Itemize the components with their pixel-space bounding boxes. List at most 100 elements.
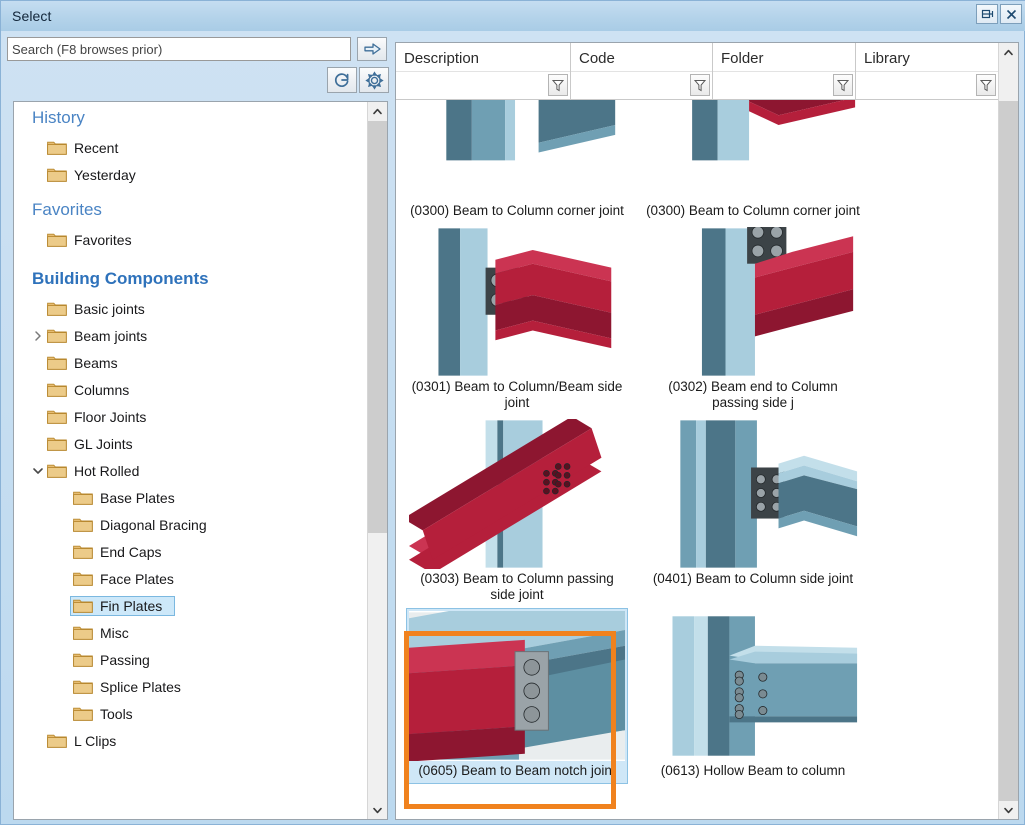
grid-body: (0300) Beam to Column corner joint(0300)… bbox=[396, 100, 999, 819]
tree-item-label: Tools bbox=[100, 706, 139, 722]
folder-icon bbox=[73, 679, 93, 694]
refresh-button[interactable] bbox=[327, 67, 357, 93]
tree-item-label: Favorites bbox=[74, 232, 138, 248]
tree-scrollbar-thumb[interactable] bbox=[368, 121, 387, 533]
tree-item-yesterday[interactable]: Yesterday bbox=[14, 161, 368, 188]
grid-filter-row bbox=[856, 71, 998, 99]
filter-funnel-icon bbox=[694, 79, 706, 92]
tree-item-label: Floor Joints bbox=[74, 409, 152, 425]
tree-item-label: L Clips bbox=[74, 733, 122, 749]
folder-icon bbox=[73, 571, 93, 586]
grid-column-label: Code bbox=[571, 43, 712, 67]
filter-button-code[interactable] bbox=[690, 74, 710, 96]
filter-funnel-icon bbox=[980, 79, 992, 92]
tree-item-label: Splice Plates bbox=[100, 679, 187, 695]
tree-item-recent[interactable]: Recent bbox=[14, 134, 368, 161]
folder-icon bbox=[47, 436, 67, 451]
component-caption: (0613) Hollow Beam to column bbox=[645, 761, 861, 779]
tree-item-face-plates[interactable]: Face Plates bbox=[14, 565, 368, 592]
title-bar: Select bbox=[1, 1, 1025, 31]
grid-column-code[interactable]: Code bbox=[571, 43, 713, 99]
tree-item-splice-plates[interactable]: Splice Plates bbox=[14, 673, 368, 700]
folder-icon bbox=[47, 167, 67, 182]
grid-item[interactable]: (0300) Beam to Column corner joint bbox=[406, 100, 628, 224]
filter-button-folder[interactable] bbox=[833, 74, 853, 96]
tree-item-diagonal-bracing[interactable]: Diagonal Bracing bbox=[14, 511, 368, 538]
tree-item-basic-joints[interactable]: Basic joints bbox=[14, 295, 368, 322]
filter-funnel-icon bbox=[552, 79, 564, 92]
component-caption: (0301) Beam to Column/Beam side joint bbox=[409, 377, 625, 411]
grid-row: (0303) Beam to Column passing side joint… bbox=[396, 416, 999, 608]
filter-funnel-icon bbox=[837, 79, 849, 92]
tree-item-label: GL Joints bbox=[74, 436, 139, 452]
chevron-up-icon bbox=[1004, 49, 1013, 56]
grid-column-folder[interactable]: Folder bbox=[713, 43, 856, 99]
settings-button[interactable] bbox=[359, 67, 389, 93]
folder-icon bbox=[73, 490, 93, 505]
folder-icon bbox=[73, 517, 93, 532]
tree-scroll-up-button[interactable] bbox=[368, 102, 387, 120]
folder-icon bbox=[47, 733, 67, 748]
folder-icon bbox=[73, 598, 93, 613]
folder-icon bbox=[73, 652, 93, 667]
tree-item-gl-joints[interactable]: GL Joints bbox=[14, 430, 368, 457]
folder-icon bbox=[47, 355, 67, 370]
component-caption: (0401) Beam to Column side joint bbox=[645, 569, 861, 587]
tree-scroll-down-button[interactable] bbox=[368, 801, 387, 819]
tree-item-base-plates[interactable]: Base Plates bbox=[14, 484, 368, 511]
tree-item-favorites[interactable]: Favorites bbox=[14, 226, 368, 253]
component-thumbnail bbox=[645, 611, 861, 761]
folder-icon bbox=[73, 571, 93, 586]
folder-icon bbox=[47, 463, 67, 478]
tree-item-beam-joints[interactable]: Beam joints bbox=[14, 322, 368, 349]
search-input[interactable] bbox=[7, 37, 351, 61]
grid-item[interactable]: (0300) Beam to Column corner joint bbox=[642, 100, 864, 224]
grid-column-description[interactable]: Description bbox=[396, 43, 571, 99]
close-button[interactable] bbox=[1000, 4, 1022, 24]
tree-item-floor-joints[interactable]: Floor Joints bbox=[14, 403, 368, 430]
tree-item-tools[interactable]: Tools bbox=[14, 700, 368, 727]
tree-item-label: Yesterday bbox=[74, 167, 142, 183]
tree-item-hot-rolled[interactable]: Hot Rolled bbox=[14, 457, 368, 484]
navigation-panel: HistoryRecentYesterdayFavoritesFavorites… bbox=[7, 37, 388, 820]
tree-item-label: Basic joints bbox=[74, 301, 151, 317]
chevron-up-icon bbox=[373, 108, 382, 115]
filter-button-description[interactable] bbox=[548, 74, 568, 96]
grid-column-library[interactable]: Library bbox=[856, 43, 999, 99]
tree-scrollbar[interactable] bbox=[367, 102, 387, 819]
tree-item-misc[interactable]: Misc bbox=[14, 619, 368, 646]
chevron-right-icon bbox=[33, 330, 43, 342]
tree-item-label: Hot Rolled bbox=[74, 463, 145, 479]
component-thumbnail bbox=[409, 100, 625, 201]
tree-group-header: History bbox=[14, 102, 368, 134]
tree-item-end-caps[interactable]: End Caps bbox=[14, 538, 368, 565]
tree-item-columns[interactable]: Columns bbox=[14, 376, 368, 403]
grid-item[interactable]: (0613) Hollow Beam to column bbox=[642, 608, 864, 784]
tree-item-beams[interactable]: Beams bbox=[14, 349, 368, 376]
filter-button-library[interactable] bbox=[976, 74, 996, 96]
grid-scroll-up-button[interactable] bbox=[999, 43, 1018, 61]
search-row bbox=[7, 37, 388, 63]
grid-item[interactable]: (0302) Beam end to Column passing side j bbox=[642, 224, 864, 416]
tree-item-passing[interactable]: Passing bbox=[14, 646, 368, 673]
browse-button[interactable] bbox=[357, 37, 387, 61]
tree-item-fin-plates[interactable]: Fin Plates bbox=[14, 592, 368, 619]
component-thumbnail bbox=[645, 419, 861, 569]
folder-icon bbox=[73, 598, 93, 613]
tree-item-label: Fin Plates bbox=[100, 598, 168, 614]
chevron-down-icon bbox=[373, 807, 382, 814]
grid-scrollbar-thumb[interactable] bbox=[999, 101, 1018, 801]
grid-item[interactable]: (0605) Beam to Beam notch joint bbox=[406, 608, 628, 784]
grid-scrollbar[interactable] bbox=[998, 43, 1018, 819]
folder-icon bbox=[47, 328, 67, 343]
grid-scroll-down-button[interactable] bbox=[999, 801, 1018, 819]
tree-item-label: Beam joints bbox=[74, 328, 153, 344]
pin-dock-button[interactable] bbox=[976, 4, 998, 24]
folder-icon bbox=[47, 382, 67, 397]
tree-item-l-clips[interactable]: L Clips bbox=[14, 727, 368, 754]
grid-item[interactable]: (0301) Beam to Column/Beam side joint bbox=[406, 224, 628, 416]
grid-item[interactable]: (0401) Beam to Column side joint bbox=[642, 416, 864, 608]
grid-item[interactable]: (0303) Beam to Column passing side joint bbox=[406, 416, 628, 608]
grid-column-label: Library bbox=[856, 43, 998, 67]
folder-icon bbox=[73, 679, 93, 694]
